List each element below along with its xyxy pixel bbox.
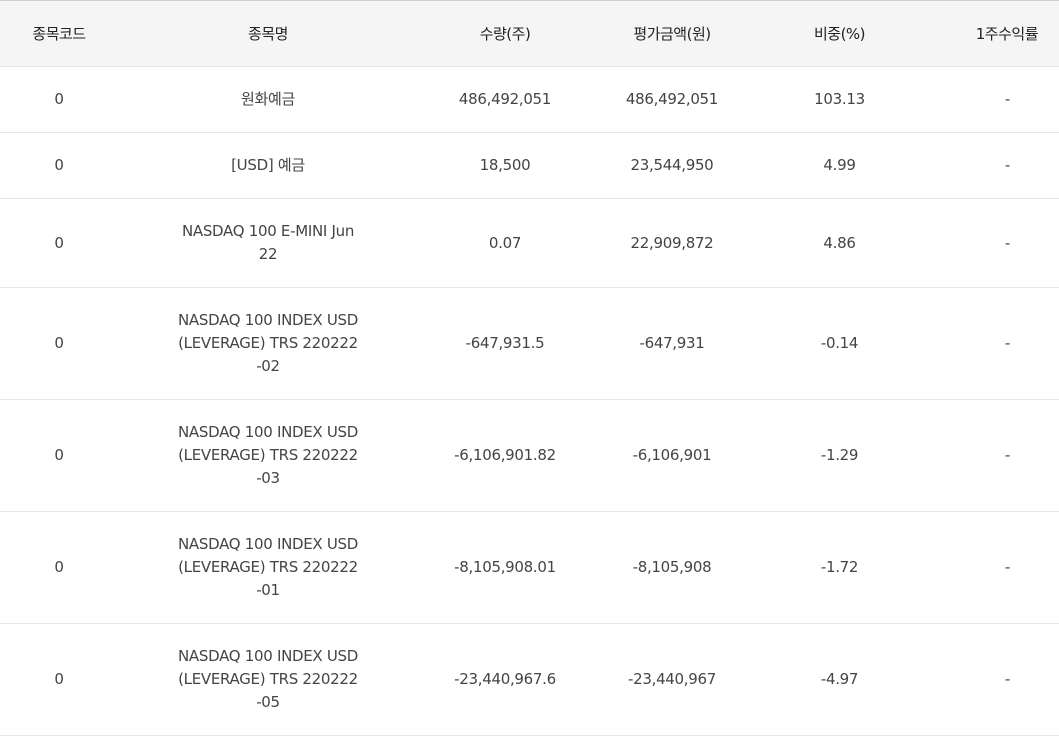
- cell-name-text: 원화예금: [240, 90, 295, 108]
- holdings-table: 종목코드 종목명 수량(주) 평가금액(원) 비중(%) 1주수익률 0 원화예…: [0, 0, 1059, 736]
- table-body: 0 원화예금 486,492,051 486,492,051 103.13 - …: [0, 66, 1059, 736]
- cell-quantity: -23,440,967.6: [418, 623, 592, 736]
- header-value: 평가금액(원): [592, 0, 752, 67]
- cell-return: -: [927, 511, 1059, 624]
- cell-name-text: NASDAQ 100 INDEX USD (LEVERAGE) TRS 2202…: [177, 647, 359, 711]
- cell-weight: -1.72: [752, 511, 927, 624]
- cell-weight: 4.86: [752, 198, 927, 288]
- table-row: 0 NASDAQ 100 E-MINI Jun 22 0.07 22,909,8…: [0, 198, 1059, 288]
- cell-quantity: 0.07: [418, 198, 592, 288]
- cell-value: -23,440,967: [592, 623, 752, 736]
- table-row: 0 NASDAQ 100 INDEX USD (LEVERAGE) TRS 22…: [0, 623, 1059, 736]
- cell-value: -8,105,908: [592, 511, 752, 624]
- cell-name: NASDAQ 100 INDEX USD (LEVERAGE) TRS 2202…: [118, 511, 418, 624]
- cell-return: -: [927, 198, 1059, 288]
- table-row: 0 NASDAQ 100 INDEX USD (LEVERAGE) TRS 22…: [0, 399, 1059, 512]
- cell-weight: -0.14: [752, 287, 927, 400]
- cell-name: NASDAQ 100 INDEX USD (LEVERAGE) TRS 2202…: [118, 623, 418, 736]
- cell-quantity: -647,931.5: [418, 287, 592, 400]
- cell-value: 23,544,950: [592, 132, 752, 199]
- header-weight: 비중(%): [752, 0, 927, 67]
- cell-quantity: -6,106,901.82: [418, 399, 592, 512]
- cell-name: NASDAQ 100 E-MINI Jun 22: [118, 198, 418, 288]
- header-quantity: 수량(주): [418, 0, 592, 67]
- table-header: 종목코드 종목명 수량(주) 평가금액(원) 비중(%) 1주수익률: [0, 0, 1059, 67]
- cell-weight: 103.13: [752, 66, 927, 133]
- cell-name-text: NASDAQ 100 INDEX USD (LEVERAGE) TRS 2202…: [177, 535, 359, 599]
- cell-name-text: NASDAQ 100 INDEX USD (LEVERAGE) TRS 2202…: [177, 311, 359, 375]
- cell-weight: -4.97: [752, 623, 927, 736]
- table-row: 0 NASDAQ 100 INDEX USD (LEVERAGE) TRS 22…: [0, 511, 1059, 624]
- table-row: 0 원화예금 486,492,051 486,492,051 103.13 -: [0, 66, 1059, 133]
- cell-code: 0: [0, 66, 118, 133]
- cell-code: 0: [0, 399, 118, 512]
- header-row: 종목코드 종목명 수량(주) 평가금액(원) 비중(%) 1주수익률: [0, 0, 1059, 67]
- cell-weight: -1.29: [752, 399, 927, 512]
- cell-name-text: NASDAQ 100 E-MINI Jun 22: [181, 222, 355, 263]
- cell-value: 486,492,051: [592, 66, 752, 133]
- cell-name: [USD] 예금: [118, 132, 418, 199]
- header-return: 1주수익률: [927, 0, 1059, 67]
- cell-code: 0: [0, 132, 118, 199]
- cell-name: NASDAQ 100 INDEX USD (LEVERAGE) TRS 2202…: [118, 399, 418, 512]
- cell-name: NASDAQ 100 INDEX USD (LEVERAGE) TRS 2202…: [118, 287, 418, 400]
- cell-name-text: NASDAQ 100 INDEX USD (LEVERAGE) TRS 2202…: [177, 423, 359, 487]
- cell-name-text: [USD] 예금: [231, 156, 305, 174]
- table-row: 0 NASDAQ 100 INDEX USD (LEVERAGE) TRS 22…: [0, 287, 1059, 400]
- cell-quantity: 486,492,051: [418, 66, 592, 133]
- cell-quantity: -8,105,908.01: [418, 511, 592, 624]
- cell-return: -: [927, 623, 1059, 736]
- cell-return: -: [927, 66, 1059, 133]
- cell-return: -: [927, 399, 1059, 512]
- table-row: 0 [USD] 예금 18,500 23,544,950 4.99 -: [0, 132, 1059, 199]
- header-code: 종목코드: [0, 0, 118, 67]
- cell-code: 0: [0, 511, 118, 624]
- cell-value: -647,931: [592, 287, 752, 400]
- header-name: 종목명: [118, 0, 418, 67]
- cell-quantity: 18,500: [418, 132, 592, 199]
- cell-code: 0: [0, 287, 118, 400]
- cell-code: 0: [0, 623, 118, 736]
- cell-weight: 4.99: [752, 132, 927, 199]
- cell-name: 원화예금: [118, 66, 418, 133]
- cell-return: -: [927, 132, 1059, 199]
- cell-value: 22,909,872: [592, 198, 752, 288]
- cell-value: -6,106,901: [592, 399, 752, 512]
- cell-code: 0: [0, 198, 118, 288]
- cell-return: -: [927, 287, 1059, 400]
